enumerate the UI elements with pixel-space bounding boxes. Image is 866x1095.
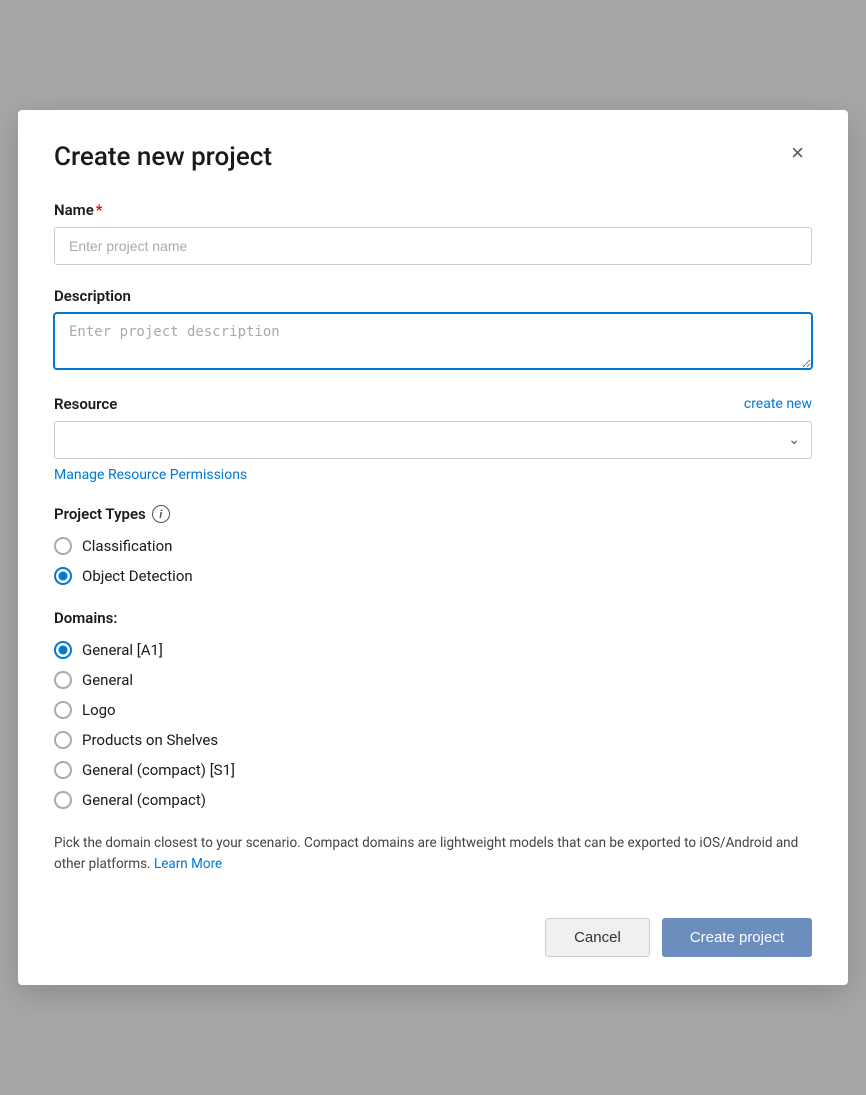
dialog: Create new project × Name* Description R… [18, 110, 848, 985]
domain-general-radio[interactable] [54, 671, 72, 689]
object-detection-radio[interactable] [54, 567, 72, 585]
create-new-link[interactable]: create new [744, 396, 812, 412]
resource-field-group: Resource create new ⌄ Manage Resource Pe… [54, 395, 812, 483]
help-text: Pick the domain closest to your scenario… [54, 833, 812, 874]
domain-logo-label: Logo [82, 701, 116, 719]
dialog-title: Create new project [54, 142, 272, 173]
project-types-title: Project Types i [54, 505, 812, 523]
project-type-classification[interactable]: Classification [54, 537, 812, 555]
domain-general-a1[interactable]: General [A1] [54, 641, 812, 659]
resource-label: Resource [54, 395, 117, 413]
dialog-header: Create new project × [54, 142, 812, 173]
project-type-object-detection[interactable]: Object Detection [54, 567, 812, 585]
dialog-footer: Cancel Create project [54, 902, 812, 957]
resource-header: Resource create new [54, 395, 812, 413]
resource-select-wrapper: ⌄ [54, 421, 812, 459]
domain-products-label: Products on Shelves [82, 731, 218, 749]
domain-logo[interactable]: Logo [54, 701, 812, 719]
domain-general-compact[interactable]: General (compact) [54, 791, 812, 809]
object-detection-label: Object Detection [82, 567, 193, 585]
description-input[interactable] [54, 313, 812, 369]
domain-general-label: General [82, 671, 133, 689]
name-label: Name* [54, 201, 812, 219]
resource-select[interactable] [54, 421, 812, 459]
classification-radio[interactable] [54, 537, 72, 555]
project-types-group: Project Types i Classification Object De… [54, 505, 812, 585]
domain-general-a1-radio[interactable] [54, 641, 72, 659]
domain-compact-label: General (compact) [82, 791, 206, 809]
domain-general[interactable]: General [54, 671, 812, 689]
domain-compact-s1-label: General (compact) [S1] [82, 761, 235, 779]
domain-products-on-shelves[interactable]: Products on Shelves [54, 731, 812, 749]
domains-title: Domains: [54, 609, 812, 627]
name-input[interactable] [54, 227, 812, 265]
dialog-overlay: Create new project × Name* Description R… [0, 0, 866, 1095]
cancel-button[interactable]: Cancel [545, 918, 650, 957]
domain-logo-radio[interactable] [54, 701, 72, 719]
domain-products-radio[interactable] [54, 731, 72, 749]
domain-compact-s1-radio[interactable] [54, 761, 72, 779]
manage-resource-permissions-link[interactable]: Manage Resource Permissions [54, 467, 247, 483]
project-types-radio-group: Classification Object Detection [54, 537, 812, 585]
domain-general-compact-s1[interactable]: General (compact) [S1] [54, 761, 812, 779]
name-field-group: Name* [54, 201, 812, 265]
domain-compact-radio[interactable] [54, 791, 72, 809]
create-project-button[interactable]: Create project [662, 918, 812, 957]
domains-section: Domains: General [A1] General Logo Produ… [54, 609, 812, 809]
close-button[interactable]: × [783, 138, 812, 168]
learn-more-link[interactable]: Learn More [154, 856, 222, 872]
domains-radio-group: General [A1] General Logo Products on Sh… [54, 641, 812, 809]
classification-label: Classification [82, 537, 172, 555]
project-types-info-icon: i [152, 505, 170, 523]
description-label: Description [54, 287, 812, 305]
description-field-group: Description [54, 287, 812, 373]
required-star: * [96, 201, 103, 219]
domain-general-a1-label: General [A1] [82, 641, 163, 659]
